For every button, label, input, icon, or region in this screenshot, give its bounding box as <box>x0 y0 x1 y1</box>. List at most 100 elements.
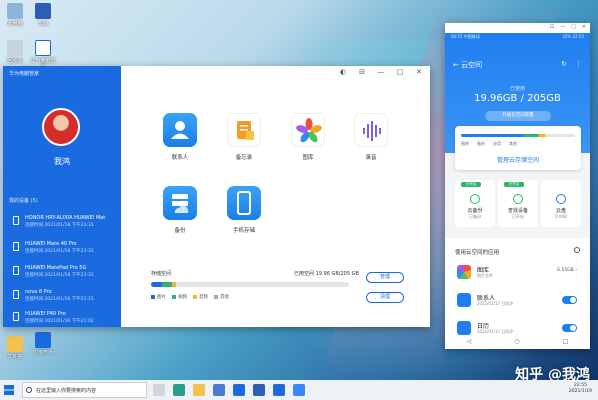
tile-cloud-drive[interactable]: 云盘 0.00B <box>541 180 581 227</box>
usage-bar <box>461 134 575 137</box>
location-icon <box>513 194 523 204</box>
home-icon[interactable]: ○ <box>514 338 519 349</box>
phone-icon <box>13 242 19 251</box>
avatar[interactable] <box>42 108 80 146</box>
nav-title[interactable]: ← 云空间 <box>453 60 482 70</box>
info-icon[interactable] <box>574 247 580 253</box>
search-icon <box>26 387 32 393</box>
manage-cloud-link[interactable]: 管理云存储空间 <box>455 155 581 164</box>
storage-seg-other <box>172 282 176 287</box>
app-row-gallery[interactable]: 图库 照片文件 6.55GB › <box>455 262 581 284</box>
store-icon[interactable] <box>213 384 225 396</box>
app-store-icon <box>35 332 51 348</box>
android-navbar: ◁ ○ □ <box>445 338 590 349</box>
gallery-icon <box>291 113 325 147</box>
backup-icon <box>163 186 197 220</box>
taskbar-apps <box>153 384 305 396</box>
tile-cloud-backup[interactable]: 已开启 云备份 已备份 <box>455 180 495 227</box>
username: 我鸿 <box>54 157 70 166</box>
backup-icon <box>470 194 480 204</box>
manager-content: ◐ ⊟ — □ ✕ 联系人 备忘录 图库 录音 备份 手机存储 存储空间 已用空… <box>121 66 430 327</box>
more-icon[interactable]: ⋮ <box>575 60 582 68</box>
refresh-icon[interactable]: ↻ <box>561 60 567 68</box>
feature-gallery[interactable]: 图库 <box>288 113 328 161</box>
device-item[interactable]: HUAWEI Mate 40 Pro 连接时间 2021/01/18 下午23:… <box>13 241 117 259</box>
upgrade-button[interactable]: 升级云空间容量 <box>485 111 551 121</box>
device-item[interactable]: HONOR HRY-AL00A HUAWEI Mat 连接时间 2021/01/… <box>13 215 117 233</box>
storage-legend: 图片 视频 音频 其他 <box>151 294 229 300</box>
taskbar: 在这里输入你要搜索的内容 22:55 2021/1/19 <box>0 380 598 400</box>
manager-title: 华为电脑管家 <box>9 71 40 77</box>
desktop-icon-app-store[interactable]: 应用市场 <box>30 332 56 356</box>
maximize-button[interactable]: □ <box>571 24 576 30</box>
desktop-icon-recycle-bin[interactable]: 回收站 <box>2 40 28 64</box>
word-icon[interactable] <box>253 384 265 396</box>
mail-icon[interactable] <box>233 384 245 396</box>
phone-icon <box>13 312 19 321</box>
manage-button[interactable]: 管理 <box>366 272 404 283</box>
minimize-button[interactable]: — <box>560 24 565 30</box>
feature-backup[interactable]: 备份 <box>160 186 200 234</box>
word-icon <box>35 3 51 19</box>
feature-phone-storage[interactable]: 手机存储 <box>224 186 264 234</box>
window-controls: ◐ ⊟ — □ ✕ <box>338 68 424 76</box>
feature-memo[interactable]: 备忘录 <box>224 113 264 161</box>
phone-storage-icon <box>227 186 261 220</box>
close-button[interactable]: ✕ <box>414 68 424 76</box>
used-label: 已使用 <box>509 86 525 92</box>
maximize-button[interactable]: □ <box>395 68 405 76</box>
device-item[interactable]: nova 8 Pro 连接时间 2021/01/16 下午21:15 <box>13 289 117 307</box>
storage-label: 存储空间 <box>151 271 172 277</box>
desktop-icon-folder[interactable]: 文件夹 <box>2 336 28 360</box>
cloud-drive-icon <box>556 194 566 204</box>
feature-recorder[interactable]: 录音 <box>351 113 391 161</box>
pc-manager-icon[interactable] <box>273 384 285 396</box>
phone-icon <box>13 290 19 299</box>
cloud-quota: 19.96GB / 205GB <box>474 93 561 104</box>
phone-mirror-icon[interactable] <box>293 384 305 396</box>
back-icon[interactable]: ◁ <box>467 338 472 349</box>
recorder-icon <box>354 113 388 147</box>
pc-manager-window: 华为电脑管家 我鸿 我的设备 (5) HONOR HRY-AL00A HUAWE… <box>3 66 430 327</box>
recycle-bin-icon <box>7 40 23 56</box>
apps-list: 使用云空间的应用 图库 照片文件 6.55GB › 联系人 2021/01/17… <box>445 238 590 338</box>
feature-contacts[interactable]: 联系人 <box>160 113 200 161</box>
storage-numbers: 已用空间 19.96 GB/205 GB <box>294 271 359 277</box>
task-view-icon[interactable] <box>153 384 165 396</box>
storage-bar <box>151 282 349 287</box>
recents-icon[interactable]: □ <box>563 338 569 349</box>
phone-mirror-window: ⊡ — □ ✕ 06:15 中国移动 32% 22:55 ← 云空间 ↻ ⋮ 已… <box>445 23 590 349</box>
device-item[interactable]: HUAWEI P40 Pro 连接时间 2021/01/16 下午21:02 <box>13 311 117 329</box>
desktop-icon-document[interactable]: 文档 <box>30 3 56 27</box>
minimize-button[interactable]: — <box>376 68 386 76</box>
close-button[interactable]: ✕ <box>582 24 586 30</box>
menu-icon[interactable]: ⊟ <box>357 68 367 76</box>
taskbar-search[interactable]: 在这里输入你要搜索的内容 <box>22 382 147 398</box>
tablet-icon <box>13 266 19 275</box>
contacts-sync-toggle[interactable] <box>562 296 577 304</box>
account-icon[interactable]: ◐ <box>338 68 348 76</box>
clean-button[interactable]: 清理 <box>366 292 404 303</box>
tile-find-device[interactable]: 已开启 查找设备 已开启 <box>498 180 538 227</box>
phone-icon <box>13 216 19 225</box>
usage-card: 图库 备份 应用 其他 管理云存储空间 <box>455 126 581 170</box>
edge-icon[interactable] <box>173 384 185 396</box>
desktop-icon-this-pc[interactable]: 此电脑 <box>2 3 28 27</box>
clock[interactable]: 22:55 2021/1/19 <box>569 383 592 395</box>
manager-sidebar: 华为电脑管家 我鸿 我的设备 (5) HONOR HRY-AL00A HUAWE… <box>3 66 121 327</box>
device-item[interactable]: HUAWEI MatePad Pro 5G 连接时间 2021/01/18 下午… <box>13 265 117 283</box>
start-button[interactable] <box>4 385 14 395</box>
screenshot-icon[interactable]: ⊡ <box>550 24 554 30</box>
explorer-icon[interactable] <box>193 384 205 396</box>
usage-legend: 图库 备份 应用 其他 <box>461 141 517 146</box>
pc-icon <box>7 3 23 19</box>
device-list-title: 我的设备 (5) <box>9 198 38 204</box>
storage-seg-photos <box>151 282 162 287</box>
memo-icon <box>227 113 261 147</box>
app-row-calendar[interactable]: 日历 2021/01/17 已同步 <box>455 318 581 340</box>
gallery-icon <box>457 265 471 279</box>
contacts-icon <box>457 293 471 307</box>
calendar-sync-toggle[interactable] <box>562 324 577 332</box>
app-row-contacts[interactable]: 联系人 2021/01/17 已同步 <box>455 290 581 312</box>
storage-seg-video <box>162 282 172 287</box>
